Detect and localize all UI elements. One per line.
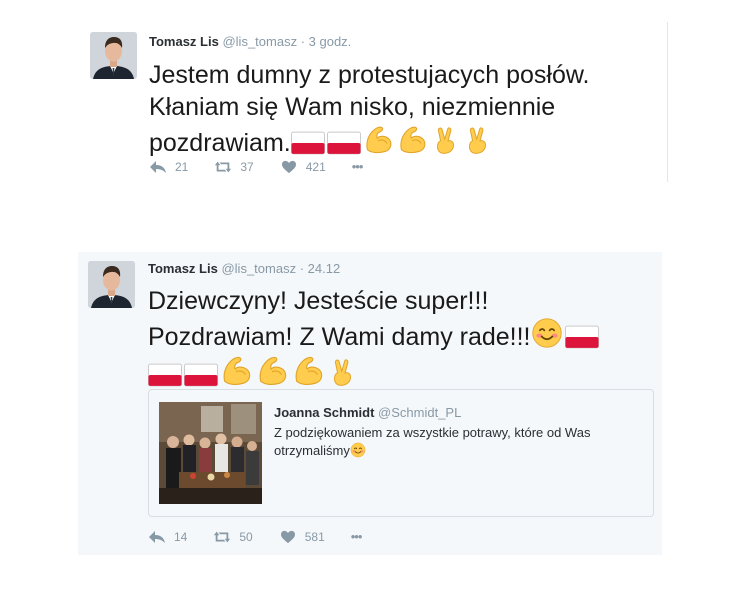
avatar[interactable]: [88, 261, 135, 308]
tweet-text-line: [148, 353, 653, 391]
flexed-biceps-icon: [363, 123, 395, 155]
tweet-header: Tomasz Lis @lis_tomasz · 24.12: [148, 261, 340, 276]
tweet-text-line: Jestem dumny z protestujacych posłów.: [149, 61, 590, 89]
more-button[interactable]: •••: [350, 529, 363, 544]
more-icon: •••: [351, 159, 364, 174]
divider: [667, 22, 668, 182]
quoted-text-line: otrzymaliśmy: [274, 442, 644, 460]
tweet-timestamp[interactable]: · 24.12: [300, 261, 340, 276]
smiling-face-icon: [531, 317, 563, 349]
flexed-biceps-icon: [397, 123, 429, 155]
flag-poland-icon: [327, 131, 361, 155]
reply-count: 21: [175, 159, 189, 174]
tweet-text-line: Kłaniam się Wam nisko, niezmiennie: [149, 93, 556, 121]
tweet-text-line: Dziewczyny! Jesteście super!!!: [148, 287, 489, 315]
retweet-button[interactable]: 50: [213, 529, 253, 544]
flag-poland-icon: [148, 363, 182, 387]
reply-icon: [150, 160, 166, 173]
reply-count: 14: [174, 529, 188, 544]
smiling-face-icon: [350, 442, 366, 458]
victory-hand-icon: [431, 125, 461, 155]
quoted-tweet[interactable]: Joanna Schmidt @Schmidt_PL Z podziękowan…: [148, 389, 654, 517]
tweet-card[interactable]: Tomasz Lis @lis_tomasz · 24.12 Dziewczyn…: [78, 252, 662, 555]
flag-poland-icon: [565, 325, 599, 349]
flexed-biceps-icon: [220, 353, 254, 387]
retweet-count: 50: [239, 529, 253, 544]
like-count: 421: [305, 159, 326, 174]
tweet-timestamp[interactable]: · 3 godz.: [301, 34, 352, 49]
author-name[interactable]: Tomasz Lis: [149, 34, 219, 49]
avatar[interactable]: [90, 32, 137, 79]
victory-hand-icon: [328, 357, 358, 387]
quoted-author-name[interactable]: Joanna Schmidt: [274, 405, 374, 420]
like-count: 581: [304, 529, 325, 544]
group-photo-image: [159, 402, 262, 504]
quoted-text-line-end: otrzymaliśmy: [274, 443, 350, 458]
more-icon: •••: [350, 529, 363, 544]
quoted-tweet-text: Z podziękowaniem za wszystkie potrawy, k…: [274, 424, 644, 460]
tweet-actions: 14 50 581 •••: [148, 529, 387, 544]
reply-icon: [149, 530, 165, 543]
quoted-text-line: Z podziękowaniem za wszystkie potrawy, k…: [274, 425, 591, 440]
like-button[interactable]: 421: [280, 160, 326, 174]
quoted-tweet-header: Joanna Schmidt @Schmidt_PL: [274, 405, 461, 420]
author-handle[interactable]: @lis_tomasz: [222, 34, 297, 49]
like-button[interactable]: 581: [279, 530, 325, 544]
author-handle[interactable]: @lis_tomasz: [221, 261, 296, 276]
flag-poland-icon: [184, 363, 218, 387]
tweet-actions: 21 37 421 •••: [149, 159, 388, 174]
avatar-image: [88, 261, 135, 308]
heart-icon: [281, 160, 296, 173]
tweet-card[interactable]: Tomasz Lis @lis_tomasz · 3 godz. Jestem …: [78, 22, 668, 184]
author-name[interactable]: Tomasz Lis: [148, 261, 218, 276]
tweet-text-line-end: Pozdrawiam! Z Wami damy rade!!!: [148, 323, 531, 351]
more-button[interactable]: •••: [351, 159, 364, 174]
flag-poland-icon: [291, 131, 325, 155]
flexed-biceps-icon: [292, 353, 326, 387]
avatar-image: [90, 32, 137, 79]
reply-button[interactable]: 21: [149, 160, 188, 174]
heart-icon: [280, 530, 295, 543]
tweet-header: Tomasz Lis @lis_tomasz · 3 godz.: [149, 34, 351, 49]
quoted-author-handle[interactable]: @Schmidt_PL: [378, 405, 461, 420]
flexed-biceps-icon: [256, 353, 290, 387]
tweet-text-line-end: pozdrawiam.: [149, 129, 291, 157]
tweet-text-line: Pozdrawiam! Z Wami damy rade!!!: [148, 317, 653, 353]
tweet-text: Jestem dumny z protestujacych posłów. Kł…: [149, 59, 649, 159]
tweet-text-line: pozdrawiam.: [149, 123, 649, 159]
retweet-icon: [215, 161, 232, 172]
victory-hand-icon: [463, 125, 493, 155]
quoted-tweet-photo[interactable]: [159, 402, 262, 504]
retweet-button[interactable]: 37: [214, 159, 254, 174]
tweet-text: Dziewczyny! Jesteście super!!! Pozdrawia…: [148, 285, 653, 391]
reply-button[interactable]: 14: [148, 530, 187, 544]
retweet-icon: [214, 531, 231, 542]
retweet-count: 37: [240, 159, 254, 174]
